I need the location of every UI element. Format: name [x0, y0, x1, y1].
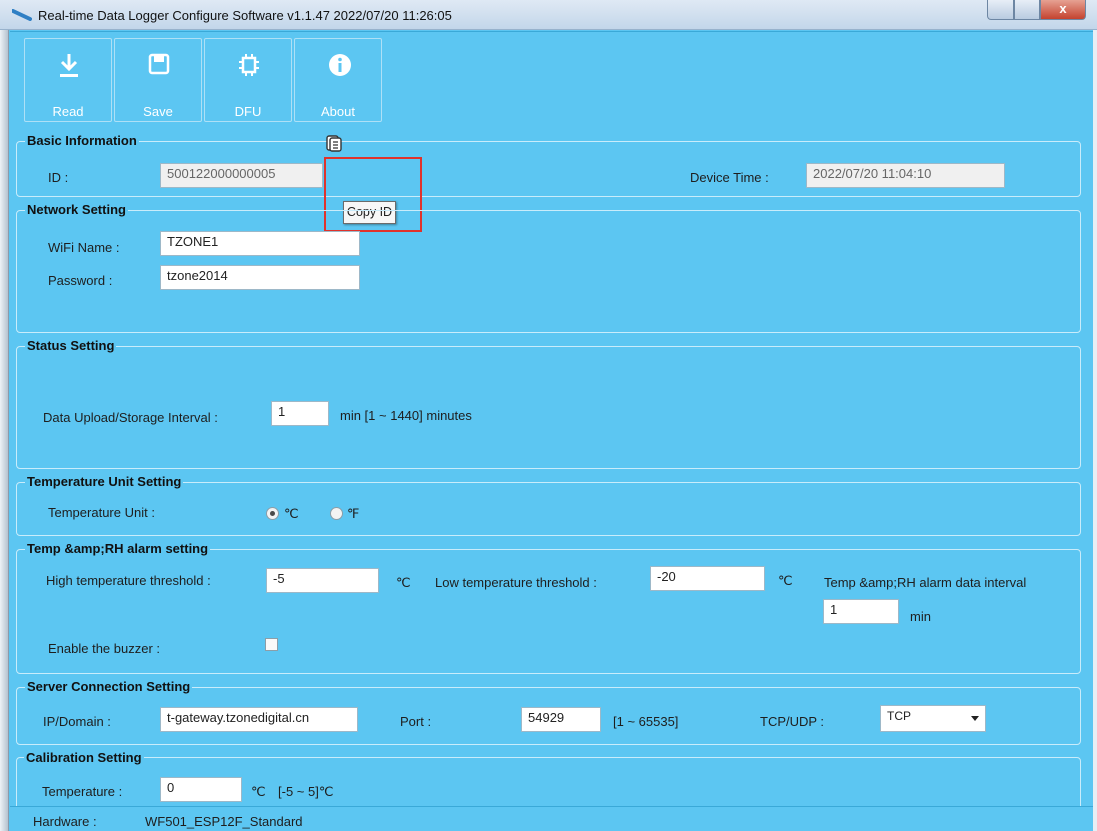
protocol-value: TCP	[887, 709, 911, 723]
calibration-title: Calibration Setting	[24, 750, 144, 766]
interval-input[interactable]: 1	[271, 401, 329, 426]
temperature-unit-label: Temperature Unit :	[48, 505, 155, 520]
fahrenheit-radio[interactable]	[330, 507, 343, 520]
device-time-field[interactable]: 2022/07/20 11:04:10	[806, 163, 1005, 188]
protocol-select[interactable]: TCP	[880, 705, 986, 732]
hardware-value: WF501_ESP12F_Standard	[145, 814, 303, 829]
port-label: Port :	[400, 714, 432, 729]
network-setting-title: Network Setting	[25, 202, 128, 218]
id-field[interactable]: 500122000000005	[160, 163, 323, 188]
high-threshold-label: High temperature threshold :	[46, 573, 211, 588]
about-label: About	[321, 104, 355, 119]
minimize-button[interactable]	[987, 0, 1014, 20]
maximize-button[interactable]	[1014, 0, 1040, 20]
calibration-temp-range: [-5 ~ 5]℃	[278, 784, 334, 799]
about-button[interactable]: About	[294, 38, 382, 122]
calibration-temp-label: Temperature :	[42, 784, 123, 799]
low-threshold-unit: ℃	[778, 573, 793, 588]
status-setting-title: Status Setting	[25, 338, 117, 354]
interval-label: Data Upload/Storage Interval :	[43, 410, 218, 425]
save-label: Save	[143, 104, 173, 119]
wifi-name-label: WiFi Name :	[48, 240, 120, 255]
id-label: ID :	[48, 170, 69, 185]
window-title: Real-time Data Logger Configure Software…	[38, 8, 452, 23]
buzzer-label: Enable the buzzer :	[48, 641, 161, 656]
copy-icon[interactable]	[322, 132, 344, 154]
alarm-interval-input[interactable]: 1	[823, 599, 899, 624]
status-bar: Hardware : WF501_ESP12F_Standard	[10, 806, 1093, 831]
chevron-down-icon	[971, 716, 979, 721]
read-button[interactable]: Read	[24, 38, 112, 122]
chip-icon	[239, 54, 259, 76]
protocol-label: TCP/UDP :	[760, 714, 825, 729]
read-label: Read	[52, 104, 84, 119]
save-button[interactable]: Save	[114, 38, 202, 122]
celsius-radio[interactable]	[266, 507, 279, 520]
close-button[interactable]: x	[1040, 0, 1086, 20]
dfu-button[interactable]: DFU	[204, 38, 292, 122]
calibration-temp-input[interactable]: 0	[160, 777, 242, 802]
port-range: [1 ~ 65535]	[613, 714, 679, 729]
device-time-label: Device Time :	[690, 170, 769, 185]
basic-information-title: Basic Information	[25, 133, 139, 149]
window-controls: x	[987, 0, 1087, 20]
calibration-clip: Calibration Setting Temperature : 0 ℃ [-…	[16, 750, 1081, 806]
title-bar: Real-time Data Logger Configure Software…	[0, 0, 1097, 30]
server-connection-title: Server Connection Setting	[25, 679, 193, 695]
alarm-interval-unit: min	[910, 609, 931, 624]
hardware-label: Hardware :	[33, 814, 97, 829]
buzzer-checkbox[interactable]	[265, 638, 278, 651]
calibration-temp-unit: ℃	[251, 784, 266, 799]
high-threshold-input[interactable]: -5	[266, 568, 379, 593]
temperature-unit-title: Temperature Unit Setting	[25, 474, 184, 490]
high-threshold-unit: ℃	[396, 575, 411, 590]
status-setting-group: Status Setting	[16, 338, 1081, 469]
info-icon	[329, 54, 351, 76]
interval-unit: min [1 ~ 1440] minutes	[340, 408, 472, 423]
celsius-label: ℃	[284, 506, 299, 521]
domain-input[interactable]: t-gateway.tzonedigital.cn	[160, 707, 358, 732]
app-logo-icon	[12, 9, 32, 21]
floppy-disk-icon	[148, 53, 170, 75]
domain-label: IP/Domain :	[43, 714, 111, 729]
low-threshold-input[interactable]: -20	[650, 566, 765, 591]
fahrenheit-label: ℉	[347, 506, 360, 521]
password-label: Password :	[48, 273, 113, 288]
window-right-border	[1093, 30, 1097, 831]
port-input[interactable]: 54929	[521, 707, 601, 732]
alarm-setting-title: Temp &amp;RH alarm setting	[25, 541, 211, 557]
wifi-name-input[interactable]: TZONE1	[160, 231, 360, 256]
temperature-unit-group: Temperature Unit Setting	[16, 474, 1081, 536]
download-icon	[60, 54, 78, 77]
low-threshold-label: Low temperature threshold :	[435, 575, 597, 590]
password-input[interactable]: tzone2014	[160, 265, 360, 290]
dfu-label: DFU	[234, 104, 262, 119]
window-left-border	[0, 30, 9, 831]
alarm-interval-label: Temp &amp;RH alarm data interval	[824, 575, 1027, 590]
